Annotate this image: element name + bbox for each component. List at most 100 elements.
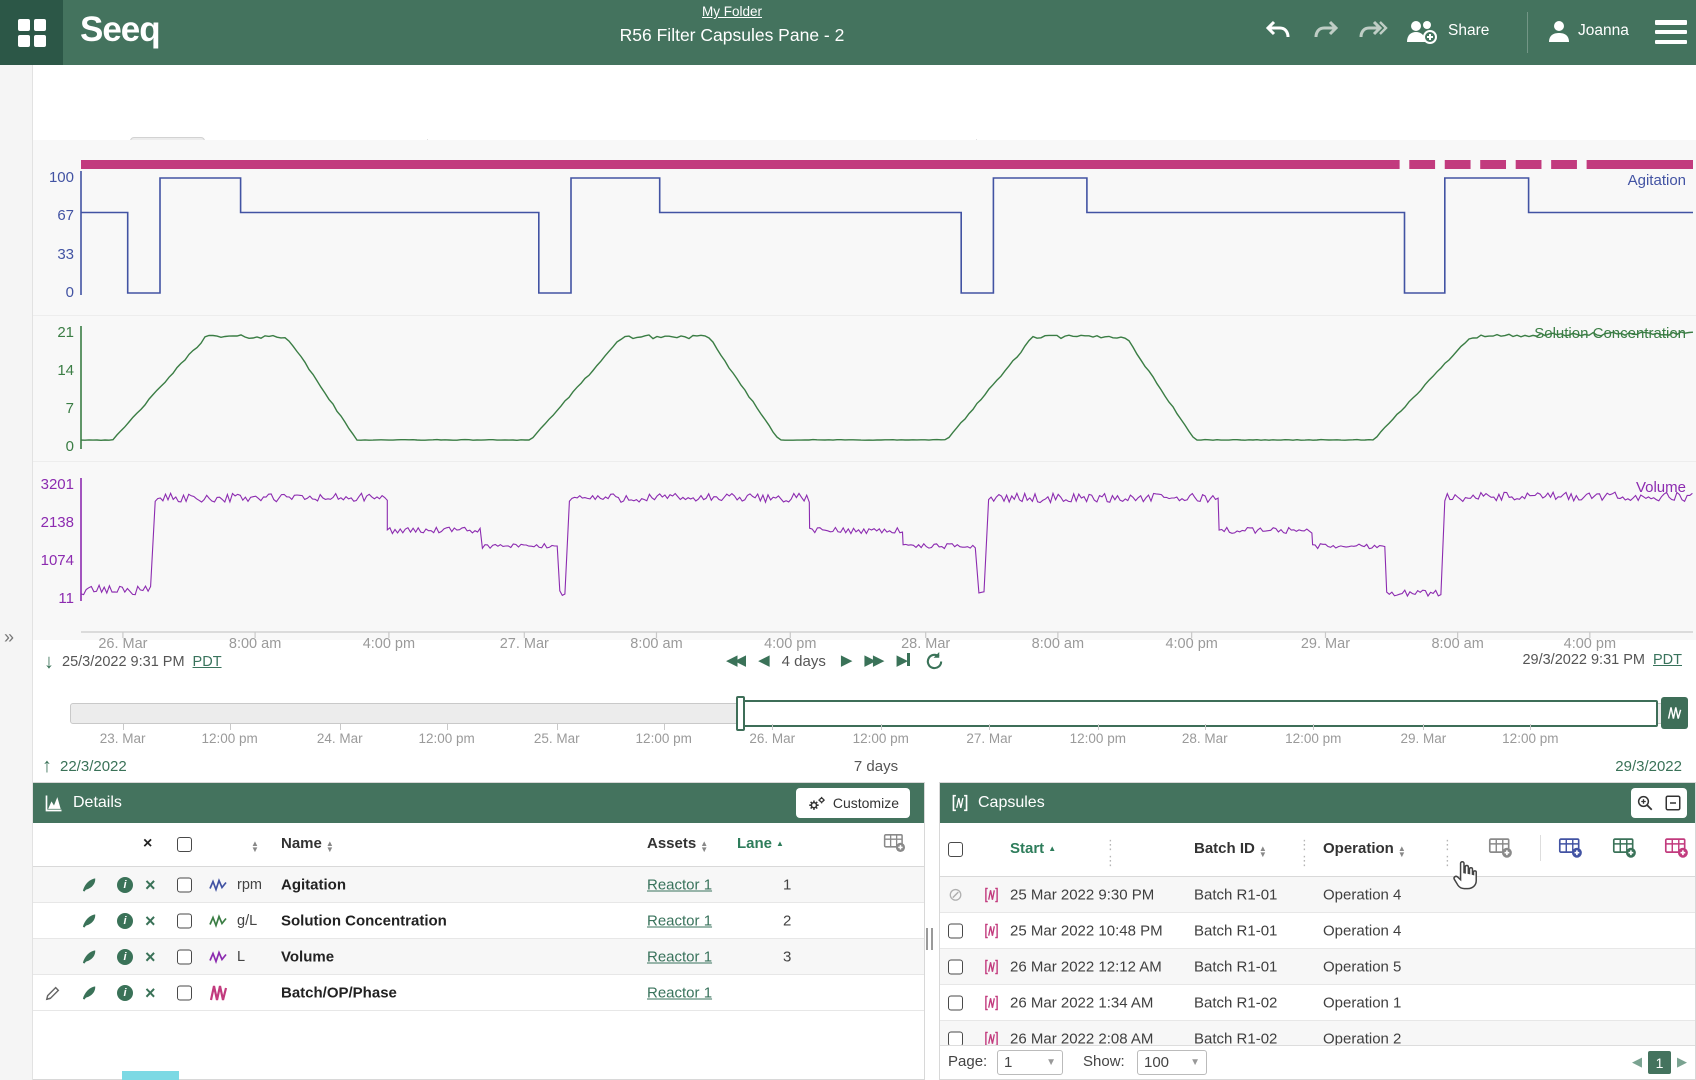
column-header-assets[interactable]: Assets▲▼ xyxy=(647,835,708,853)
pin-icon[interactable] xyxy=(81,984,98,1001)
info-icon[interactable]: i xyxy=(117,913,133,929)
row-checkbox[interactable] xyxy=(177,913,192,928)
duration-label[interactable]: 4 days xyxy=(782,653,826,670)
select-all-checkbox[interactable] xyxy=(177,837,192,852)
hamburger-menu-icon[interactable] xyxy=(1655,20,1687,44)
info-icon[interactable]: i xyxy=(117,949,133,965)
refresh-icon[interactable] xyxy=(925,652,944,671)
timeline-window-left-handle[interactable] xyxy=(736,696,745,731)
capsule-row[interactable]: 25 Mar 2022 10:48 PM Batch R1-01 Operati… xyxy=(940,913,1695,949)
asset-link[interactable]: Reactor 1 xyxy=(647,912,712,929)
scrubber-range-start[interactable]: 22/3/2022 xyxy=(60,758,127,775)
add-column-icon[interactable] xyxy=(883,833,907,853)
step-forward-full-icon[interactable]: ▶▶ xyxy=(864,650,881,672)
customize-button[interactable]: Customize xyxy=(796,788,910,818)
timezone-link[interactable]: PDT xyxy=(1653,652,1682,668)
column-header-batch-id[interactable]: Batch ID▲▼ xyxy=(1194,840,1267,858)
app-grid-button[interactable] xyxy=(0,0,63,65)
show-select[interactable]: 100▼ xyxy=(1137,1050,1207,1075)
item-name[interactable]: Solution Concentration xyxy=(281,912,447,929)
user-name[interactable]: Joanna xyxy=(1578,22,1629,40)
row-checkbox[interactable] xyxy=(177,985,192,1000)
trend-chart[interactable]: Agitation Solution Concentration Volume … xyxy=(32,140,1696,640)
details-row-batch-op-phase[interactable]: i × Batch/OP/Phase Reactor 1 xyxy=(33,975,924,1011)
step-back-full-icon[interactable]: ◀◀ xyxy=(726,650,743,672)
info-icon[interactable]: i xyxy=(117,985,133,1001)
scrubber-tick-label: 25. Mar xyxy=(512,731,602,746)
panel-resize-handle[interactable] xyxy=(926,928,938,950)
edit-pencil-icon[interactable] xyxy=(45,985,61,1001)
pin-icon[interactable] xyxy=(81,912,98,929)
share-button[interactable]: Share xyxy=(1448,22,1489,40)
asset-link[interactable]: Reactor 1 xyxy=(647,876,712,893)
step-to-end-icon[interactable]: ▶ xyxy=(896,650,910,672)
scrubber-tick xyxy=(1530,724,1531,730)
step-back-icon[interactable]: ◀ xyxy=(758,650,767,672)
capsule-row[interactable]: 26 Mar 2022 1:34 AM Batch R1-02 Operatio… xyxy=(940,985,1695,1021)
capsule-row[interactable]: 26 Mar 2022 12:12 AM Batch R1-01 Operati… xyxy=(940,949,1695,985)
prev-page-icon[interactable]: ◀ xyxy=(1632,1054,1642,1070)
timeline-selected-window[interactable] xyxy=(740,700,1658,727)
column-menu-icon[interactable]: ⋮⋮ xyxy=(1104,837,1117,869)
pin-icon[interactable] xyxy=(81,948,98,965)
add-signal-column-icon[interactable] xyxy=(1558,836,1584,860)
add-capsule-column-icon[interactable] xyxy=(1664,836,1690,860)
row-checkbox[interactable] xyxy=(177,877,192,892)
breadcrumb[interactable]: My Folder xyxy=(620,4,845,19)
remove-icon[interactable]: × xyxy=(145,986,156,1000)
collapse-panel-button[interactable] xyxy=(1659,788,1687,818)
capsule-row[interactable]: ⊘ 25 Mar 2022 9:30 PM Batch R1-01 Operat… xyxy=(940,877,1695,913)
redo-all-icon[interactable] xyxy=(1358,16,1388,46)
capsule-start: 26 Mar 2022 1:34 AM xyxy=(1010,994,1153,1011)
user-icon[interactable] xyxy=(1546,18,1572,44)
details-row-agitation[interactable]: i × rpm Agitation Reactor 1 1 xyxy=(33,867,924,903)
asset-link[interactable]: Reactor 1 xyxy=(647,984,712,1001)
remove-icon[interactable]: × xyxy=(145,878,156,892)
item-name[interactable]: Batch/OP/Phase xyxy=(281,984,397,1001)
item-name[interactable]: Volume xyxy=(281,948,334,965)
column-header-name[interactable]: Name▲▼ xyxy=(281,835,334,853)
row-checkbox[interactable] xyxy=(948,995,963,1010)
expand-panel-icon[interactable]: » xyxy=(4,627,14,648)
remove-all-column-icon[interactable]: × xyxy=(143,835,152,853)
zoom-to-capsule-button[interactable] xyxy=(1631,788,1659,818)
details-row-vol[interactable]: i × L Volume Reactor 1 3 xyxy=(33,939,924,975)
share-icon[interactable] xyxy=(1403,16,1439,46)
redo-icon[interactable] xyxy=(1311,16,1341,46)
row-checkbox[interactable] xyxy=(948,959,963,974)
y-tick-label: 1074 xyxy=(32,552,74,570)
page-select[interactable]: 1▼ xyxy=(997,1050,1063,1075)
column-menu-icon[interactable]: ⋮⋮ xyxy=(1298,837,1311,869)
lane-label-volume: Volume xyxy=(1636,479,1686,496)
capsule-bar-segment xyxy=(81,160,1400,169)
asset-link[interactable]: Reactor 1 xyxy=(647,948,712,965)
add-column-icon[interactable] xyxy=(1488,836,1514,860)
column-header-start[interactable]: Start▲ xyxy=(1010,840,1056,857)
scrubber-tick xyxy=(447,724,448,730)
row-checkbox[interactable] xyxy=(177,949,192,964)
scrubber-tick xyxy=(772,724,773,730)
details-row-solution-concentration[interactable]: i × g/L Solution Concentration Reactor 1… xyxy=(33,903,924,939)
undo-icon[interactable] xyxy=(1263,16,1293,46)
display-range-end[interactable]: 29/3/2022 9:31 PM xyxy=(1522,652,1645,668)
capsule-operation: Operation 1 xyxy=(1323,994,1401,1011)
display-range-start[interactable]: 25/3/2022 9:31 PM xyxy=(62,654,185,670)
column-header-operation[interactable]: Operation▲▼ xyxy=(1323,840,1406,858)
scrubber-range-end[interactable]: 29/3/2022 xyxy=(1615,758,1682,775)
column-header-lane[interactable]: Lane▲ xyxy=(737,835,784,852)
info-icon[interactable]: i xyxy=(117,877,133,893)
add-condition-column-icon[interactable] xyxy=(1612,836,1638,860)
row-checkbox[interactable] xyxy=(948,923,963,938)
row-checkbox[interactable] xyxy=(948,1031,963,1046)
remove-icon[interactable]: × xyxy=(145,914,156,928)
pin-icon[interactable] xyxy=(81,876,98,893)
current-page-button[interactable]: 1 xyxy=(1648,1051,1671,1074)
next-page-icon[interactable]: ▶ xyxy=(1677,1054,1687,1070)
step-forward-icon[interactable]: ▶ xyxy=(841,650,850,672)
timezone-link[interactable]: PDT xyxy=(193,654,222,670)
sort-column[interactable]: ▲▼ xyxy=(247,835,259,853)
select-all-capsules-checkbox[interactable] xyxy=(948,842,963,857)
timeline-capsule-button[interactable] xyxy=(1661,697,1688,729)
remove-icon[interactable]: × xyxy=(145,950,156,964)
item-name[interactable]: Agitation xyxy=(281,876,346,893)
